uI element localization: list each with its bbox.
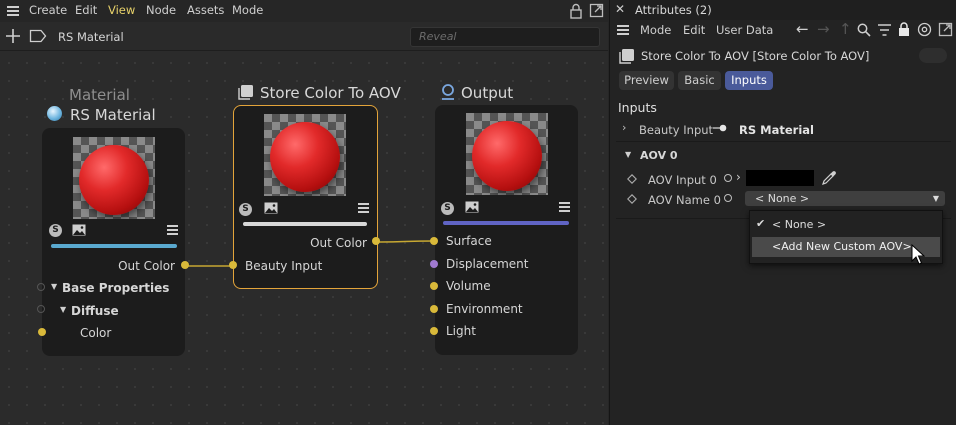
expand-arrow-icon[interactable]: ▼ [51, 282, 57, 291]
rs-material-out-color-label: Out Color [118, 259, 175, 273]
rs-material-node[interactable]: S Out Color Base Properties ▼ Diffuse ▼ … [42, 128, 185, 356]
aov-input-color-swatch[interactable] [746, 170, 814, 186]
mouse-cursor-icon [911, 244, 925, 265]
hamburger-icon[interactable] [617, 25, 629, 27]
environment-port[interactable] [430, 305, 438, 313]
rs-material-preview [73, 137, 155, 219]
displacement-port[interactable] [430, 260, 438, 268]
inputs-section-heading: Inputs [618, 100, 657, 115]
rs-material-accent-bar [51, 244, 177, 248]
chevron-down-icon[interactable]: ▼ [625, 150, 631, 159]
volume-label: Volume [446, 279, 491, 293]
store-color-out-color-label: Out Color [310, 236, 367, 250]
chevron-right-icon[interactable]: › [736, 170, 741, 184]
toggle-switch[interactable] [919, 48, 947, 63]
chevron-down-icon: ▼ [932, 194, 939, 203]
color-port[interactable] [38, 328, 46, 336]
store-color-node[interactable]: S Out Color Beauty Input [233, 105, 378, 289]
color-label: Color [80, 326, 112, 340]
rs-material-out-color-port[interactable] [181, 261, 189, 269]
eyedropper-icon[interactable] [821, 170, 837, 186]
beauty-input-param-label: Beauty Input [639, 123, 714, 137]
up-arrow-icon[interactable]: ↑ [839, 20, 852, 38]
store-color-title[interactable]: Store Color To AOV [260, 84, 401, 102]
output-preview [466, 113, 548, 195]
port-circle-icon[interactable] [724, 194, 732, 202]
keyframe-diamond-icon[interactable] [627, 194, 637, 204]
wire-out-color-to-surface [376, 240, 435, 243]
light-label: Light [446, 324, 476, 338]
tab-inputs[interactable]: Inputs [725, 71, 773, 90]
search-icon[interactable] [857, 23, 871, 37]
base-properties-port[interactable] [37, 283, 45, 291]
s-icon: S [49, 224, 62, 237]
list-icon[interactable] [559, 202, 570, 204]
filter-icon[interactable] [878, 24, 891, 36]
chevron-right-icon[interactable]: › [622, 121, 626, 134]
material-group-label: Material [69, 86, 130, 104]
object-node-icon [619, 49, 634, 64]
list-icon[interactable] [167, 225, 178, 227]
keyframe-diamond-icon[interactable] [627, 174, 637, 184]
dropdown-option-none[interactable]: < None > [772, 218, 826, 231]
dropdown-option-add-custom-aov-label: <Add New Custom AOV> [772, 240, 912, 253]
aov-group-divider [616, 141, 951, 142]
surface-label: Surface [446, 234, 492, 248]
close-icon[interactable]: ✕ [615, 2, 625, 16]
store-color-out-color-port[interactable] [372, 237, 380, 245]
aov-group-label[interactable]: AOV 0 [640, 149, 678, 162]
tab-basic[interactable]: Basic [678, 71, 721, 90]
object-title: Store Color To AOV [Store Color To AOV] [641, 49, 870, 63]
beauty-input-param-value[interactable]: RS Material [739, 123, 814, 137]
diffuse-label[interactable]: Diffuse [71, 304, 119, 318]
beauty-input-label: Beauty Input [245, 259, 323, 273]
store-color-preview [264, 114, 346, 196]
volume-port[interactable] [430, 282, 438, 290]
light-port[interactable] [430, 327, 438, 335]
base-properties-label[interactable]: Base Properties [62, 281, 169, 295]
s-icon: S [441, 202, 454, 215]
image-icon [465, 201, 479, 213]
environment-label: Environment [446, 302, 523, 316]
list-icon[interactable] [358, 203, 369, 205]
diffuse-port[interactable] [37, 305, 45, 313]
beauty-input-port[interactable] [229, 261, 237, 269]
attributes-title: Attributes (2) [635, 3, 712, 17]
material-sphere-icon [47, 106, 62, 121]
aov-name-dropdown-value: < None > [755, 192, 810, 205]
image-icon [72, 224, 86, 236]
aov-name-label: AOV Name 0 [648, 193, 721, 207]
surface-port[interactable] [430, 237, 438, 245]
aov-name-dropdown[interactable]: < None > ▼ [745, 191, 945, 206]
aov-input-label: AOV Input 0 [648, 173, 717, 187]
s-icon: S [239, 203, 252, 216]
attr-menu-mode[interactable]: Mode [640, 23, 671, 37]
attributes-titlebar: ✕ Attributes (2) [615, 0, 956, 20]
back-arrow-icon[interactable]: ← [796, 20, 809, 38]
expand-arrow-icon[interactable]: ▼ [60, 305, 66, 314]
tab-preview[interactable]: Preview [619, 71, 674, 90]
target-icon[interactable] [917, 22, 932, 37]
store-color-node-icon [238, 85, 253, 100]
checkmark-icon: ✔ [756, 217, 766, 230]
lock-icon[interactable] [898, 22, 910, 37]
attr-menu-edit[interactable]: Edit [683, 23, 705, 37]
image-icon [264, 202, 278, 214]
rs-material-title[interactable]: RS Material [70, 106, 156, 124]
displacement-label: Displacement [446, 257, 529, 271]
attr-menu-user-data[interactable]: User Data [716, 23, 773, 37]
node-editor[interactable]: Create Edit View Node Assets Mode RS Mat… [0, 0, 608, 425]
expand-window-icon[interactable] [938, 22, 953, 37]
connection-knob-icon[interactable] [713, 124, 727, 132]
output-node-icon [442, 84, 454, 100]
output-title[interactable]: Output [461, 84, 513, 102]
output-accent-bar [443, 221, 569, 225]
forward-arrow-icon[interactable]: → [817, 20, 830, 38]
output-node[interactable]: S Surface Displacement Volume Environmen… [435, 105, 578, 355]
store-color-accent-bar [243, 222, 367, 226]
port-circle-icon[interactable] [724, 174, 732, 182]
